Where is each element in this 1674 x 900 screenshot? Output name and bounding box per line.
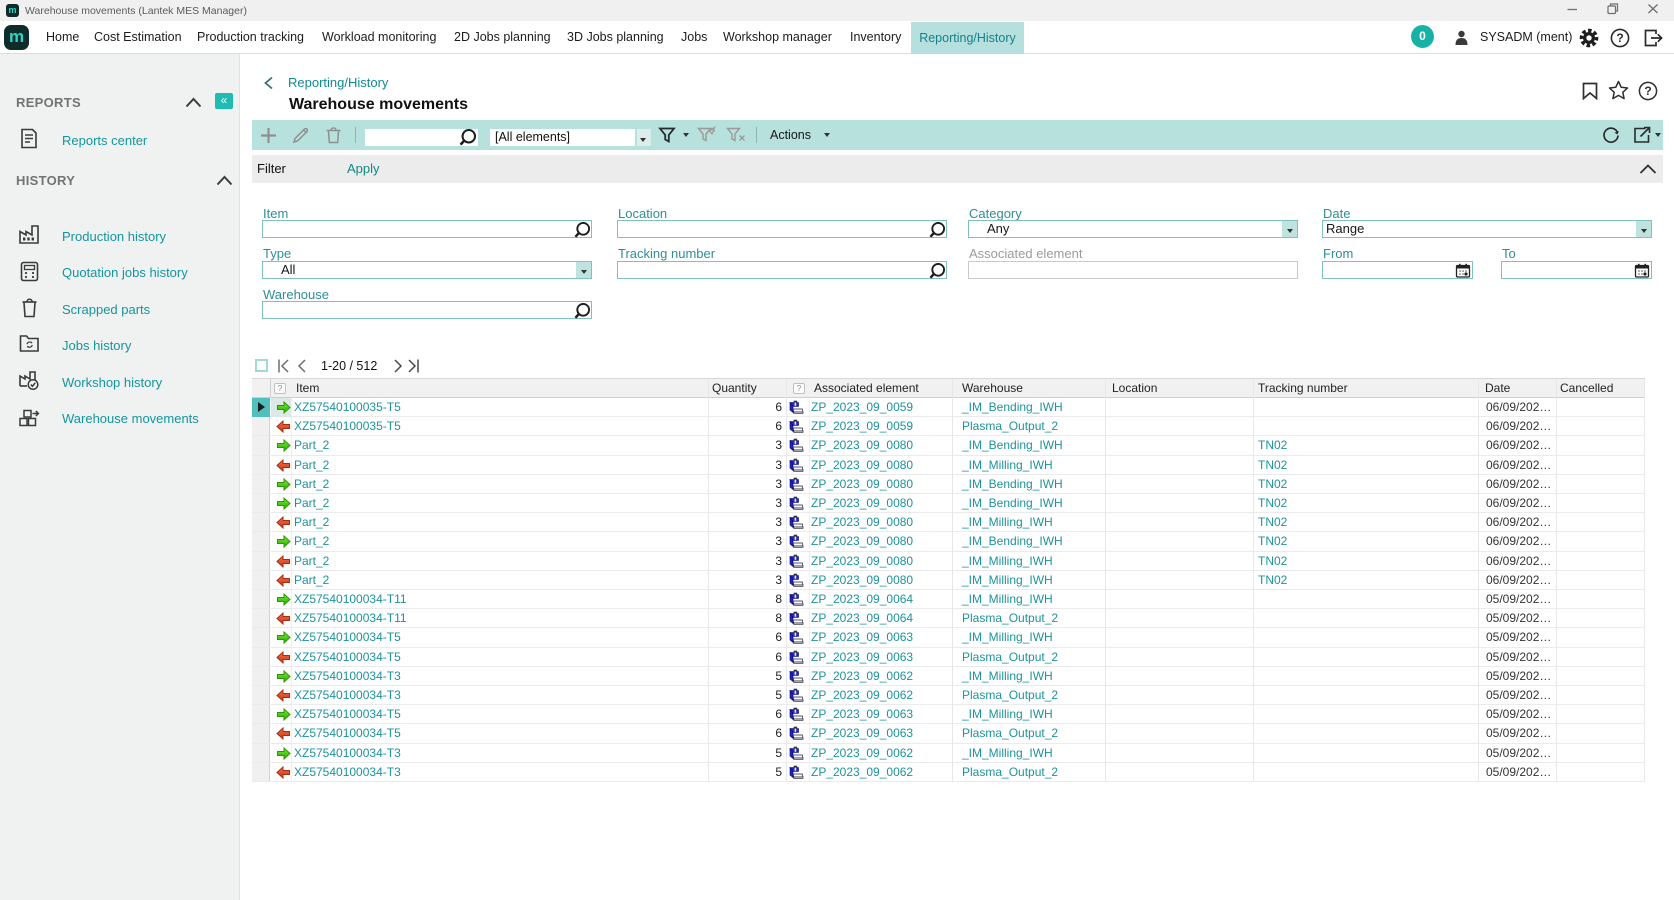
- svg-text:?: ?: [1644, 84, 1651, 98]
- svg-text:?: ?: [1616, 31, 1623, 45]
